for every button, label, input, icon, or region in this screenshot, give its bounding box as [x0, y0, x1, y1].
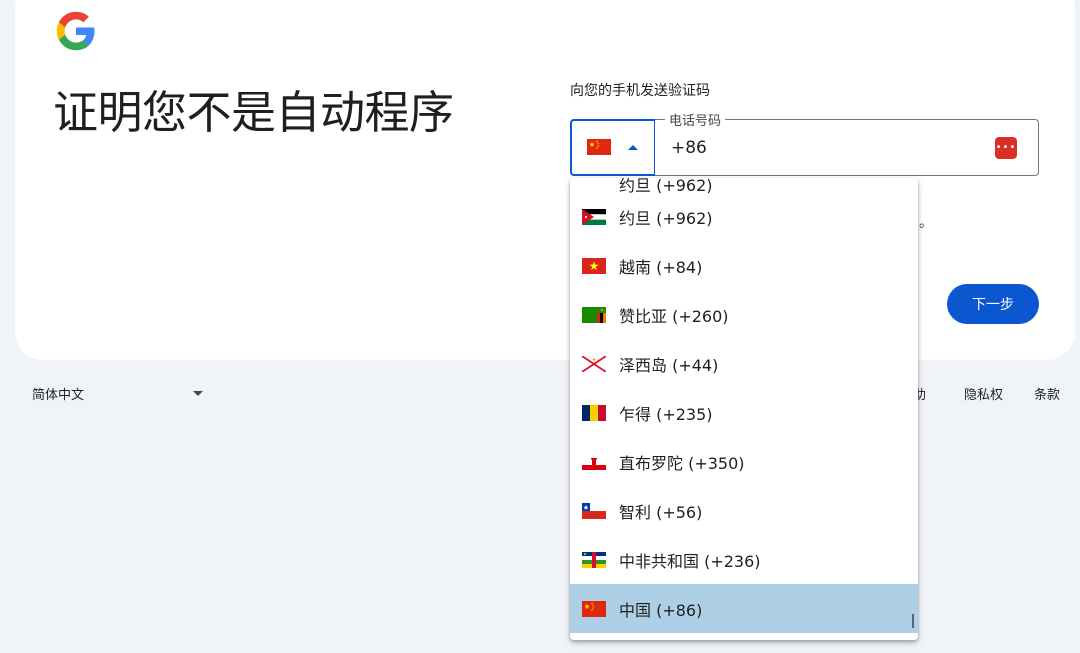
country-option-gibraltar[interactable]: 直布罗陀 (+350): [570, 437, 918, 486]
country-option-jersey[interactable]: 泽西岛 (+44): [570, 339, 918, 388]
language-label: 简体中文: [32, 388, 85, 403]
country-option-label: 直布罗陀 (+350): [619, 453, 745, 473]
password-manager-icon[interactable]: •••: [995, 137, 1017, 159]
terms-link[interactable]: 条款: [1034, 384, 1060, 403]
next-button[interactable]: 下一步: [947, 284, 1039, 324]
country-option-label: 约旦 (+962): [619, 208, 713, 228]
page-subtitle: 向您的手机发送验证码: [570, 83, 710, 99]
chevron-down-icon: [193, 391, 203, 396]
country-option-china[interactable]: 中国 (+86): [570, 584, 918, 633]
country-code-select[interactable]: [570, 119, 656, 176]
phone-number-field[interactable]: 电话号码 •••: [655, 110, 1039, 176]
country-option-label: 智利 (+56): [619, 502, 703, 522]
country-option-label: 乍得 (+235): [619, 404, 713, 424]
country-list: 约旦 (+962) 越南 (+84) 赞比亚 (+260) 泽西岛 (+44) …: [570, 192, 918, 633]
privacy-link[interactable]: 隐私权: [964, 384, 1003, 403]
google-logo-icon: [56, 11, 95, 51]
country-option-label: 中国 (+86): [619, 600, 703, 620]
country-option-zambia[interactable]: 赞比亚 (+260): [570, 290, 918, 339]
phone-number-input[interactable]: [671, 135, 971, 161]
country-option-label: 越南 (+84): [619, 257, 703, 277]
country-option-central-african-republic[interactable]: 中非共和国 (+236): [570, 535, 918, 584]
country-option-chad[interactable]: 乍得 (+235): [570, 388, 918, 437]
phone-number-label: 电话号码: [665, 110, 726, 129]
country-option-chile[interactable]: 智利 (+56): [570, 486, 918, 535]
cn-flag-icon: [587, 139, 611, 155]
chad-flag-icon: [582, 404, 606, 421]
country-option-label: 赞比亚 (+260): [619, 306, 729, 326]
country-dropdown[interactable]: 约旦 (+962) 约旦 (+962) 越南 (+84) 赞比亚 (+260) …: [570, 178, 918, 640]
china-flag-icon: [582, 600, 606, 617]
language-select[interactable]: 简体中文: [32, 384, 204, 404]
obscured-text-fragment: 。: [919, 215, 933, 231]
country-option-vietnam[interactable]: 越南 (+84): [570, 241, 918, 290]
jordan-flag-icon: [582, 208, 606, 225]
dropdown-scrollbar[interactable]: [912, 614, 914, 628]
gibraltar-flag-icon: [582, 453, 606, 470]
vietnam-flag-icon: [582, 257, 606, 274]
page-title: 证明您不是自动程序: [53, 86, 454, 139]
country-option-label: 泽西岛 (+44): [619, 355, 719, 375]
chile-flag-icon: [582, 502, 606, 519]
zambia-flag-icon: [582, 306, 606, 323]
central-african-republic-flag-icon: [582, 551, 606, 568]
country-option-jordan[interactable]: 约旦 (+962): [570, 192, 918, 241]
jersey-flag-icon: [582, 355, 606, 372]
caret-up-icon: [628, 145, 638, 150]
country-option-label: 中非共和国 (+236): [619, 551, 761, 571]
